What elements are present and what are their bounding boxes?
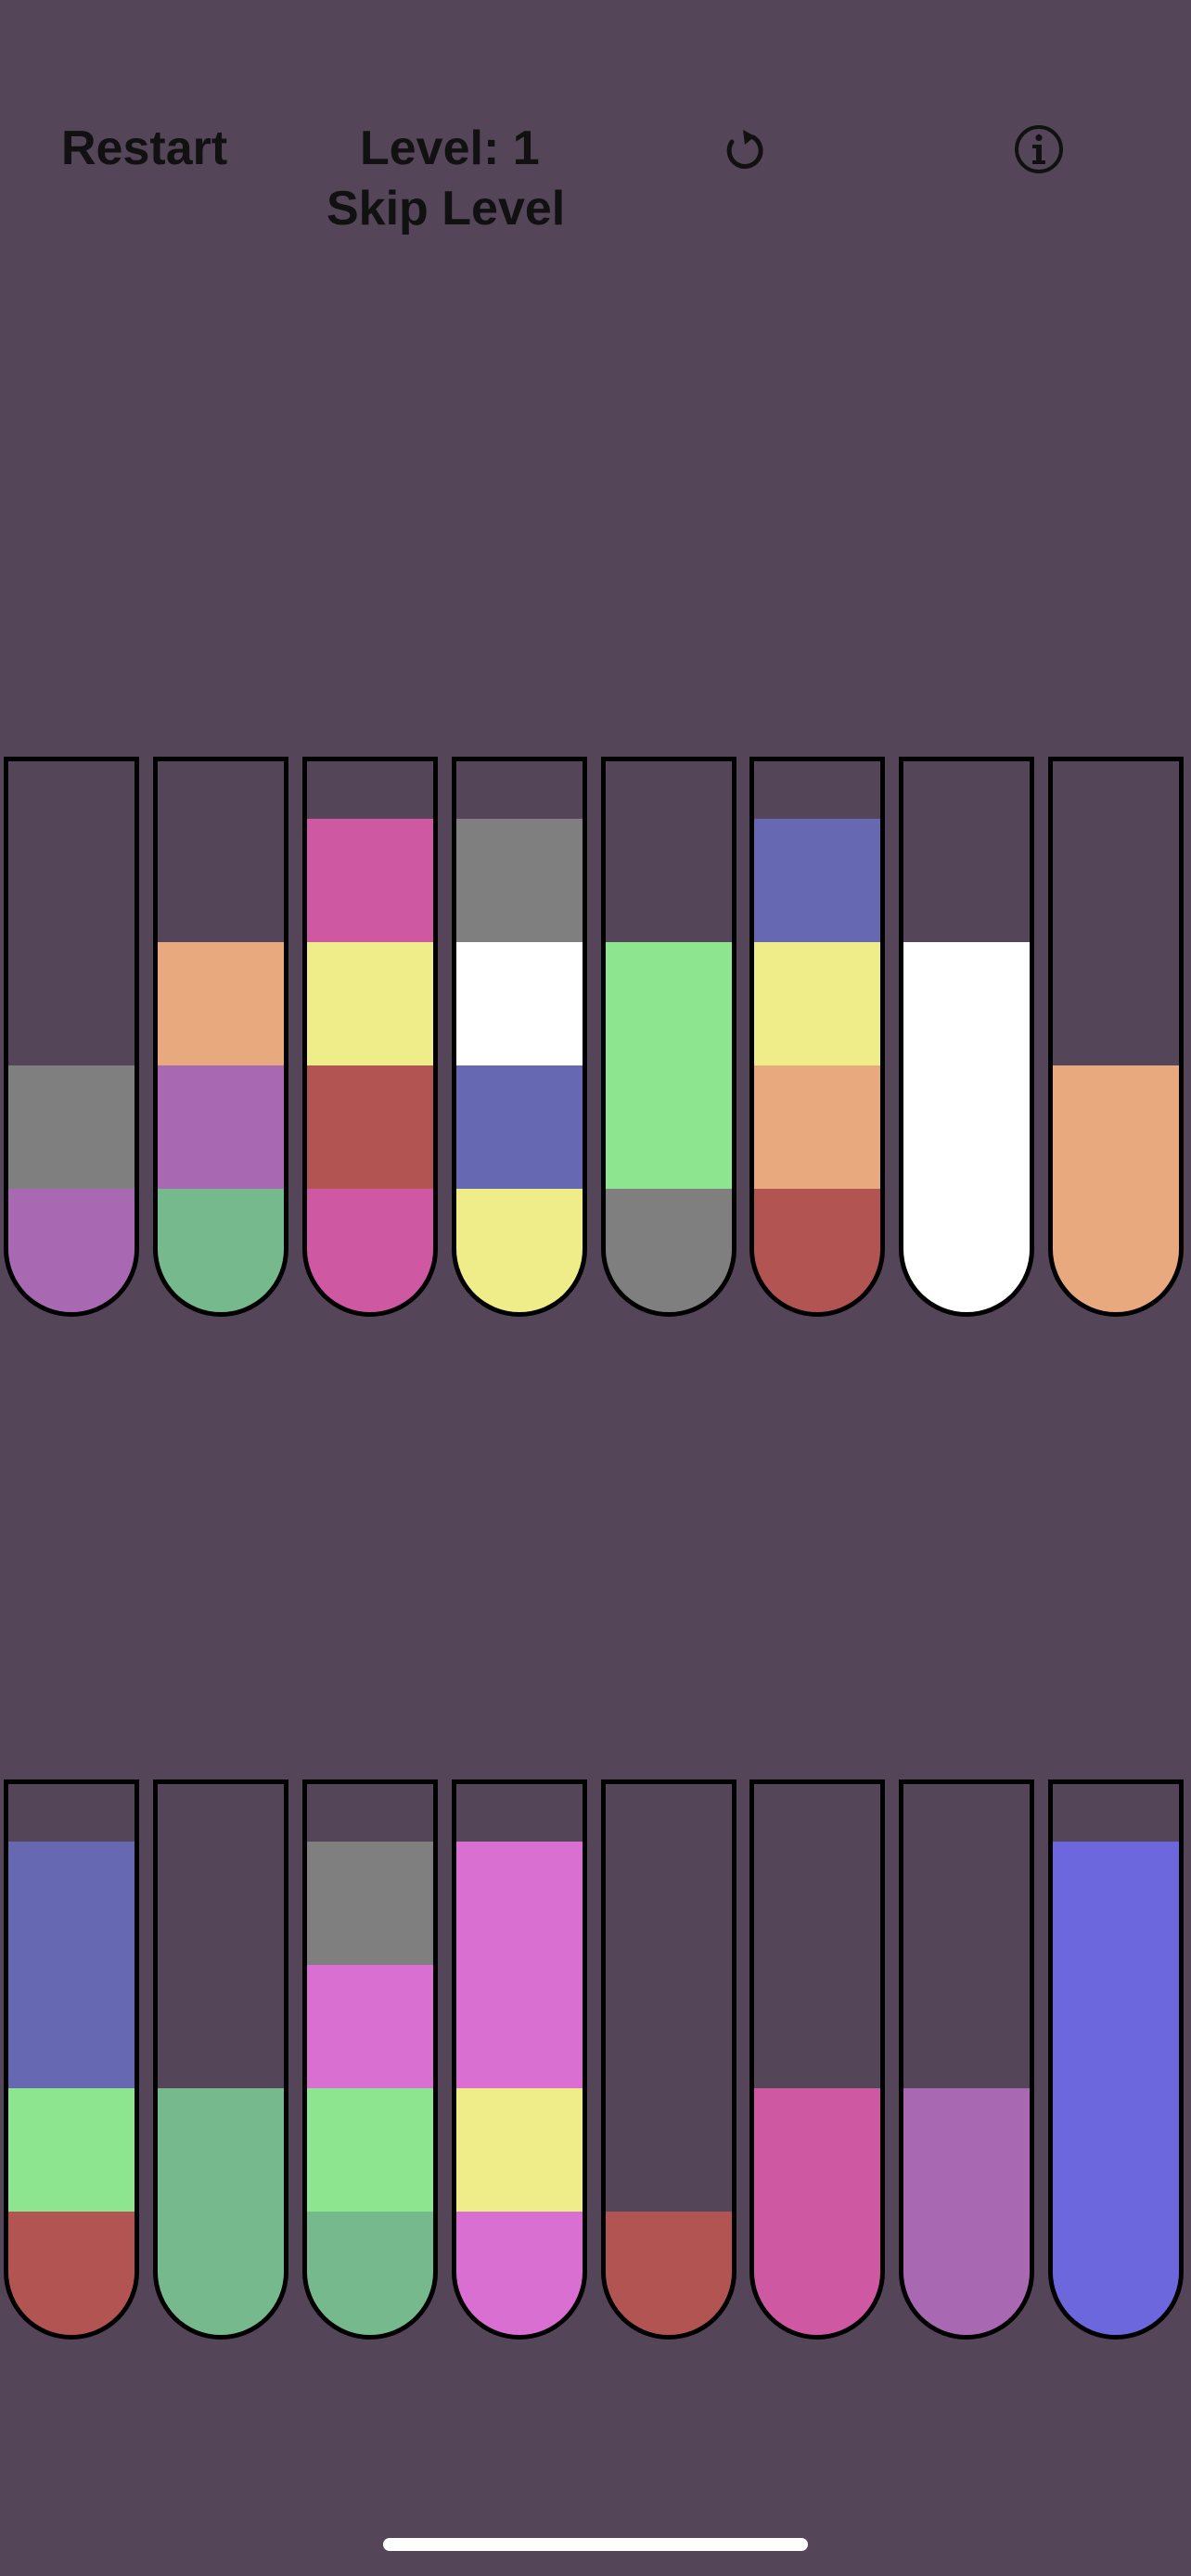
bottom-tube-8[interactable] bbox=[1048, 1779, 1184, 2340]
liquid-stack bbox=[8, 1065, 134, 1312]
top-tube-2[interactable] bbox=[153, 757, 288, 1317]
top-tube-8[interactable] bbox=[1048, 757, 1184, 1317]
liquid-layer-orchid bbox=[456, 1965, 583, 2088]
liquid-layer-orchid bbox=[307, 1965, 433, 2088]
liquid-stack bbox=[456, 1842, 583, 2335]
liquid-layer-gray bbox=[8, 1065, 134, 1189]
liquid-layer-slate-blue bbox=[8, 1965, 134, 2088]
liquid-layer-orchid bbox=[456, 1842, 583, 1965]
liquid-stack bbox=[307, 819, 433, 1312]
info-button[interactable] bbox=[1011, 121, 1067, 177]
liquid-layer-red bbox=[754, 1189, 880, 1312]
info-icon bbox=[1015, 125, 1063, 173]
liquid-layer-peach bbox=[754, 1065, 880, 1189]
liquid-layer-purple bbox=[903, 2212, 1030, 2335]
top-bar: Restart Level: 1 Skip Level bbox=[0, 0, 1191, 278]
liquid-layer-slate-blue bbox=[754, 819, 880, 942]
liquid-layer-yellow bbox=[307, 942, 433, 1065]
liquid-stack bbox=[1053, 1842, 1179, 2335]
home-indicator[interactable] bbox=[383, 2538, 808, 2551]
liquid-layer-white bbox=[903, 1065, 1030, 1189]
top-tube-3[interactable] bbox=[302, 757, 438, 1317]
liquid-layer-light-green bbox=[307, 2088, 433, 2212]
level-label: Level: 1 bbox=[360, 121, 540, 175]
liquid-layer-light-green bbox=[606, 942, 732, 1065]
bottom-tube-6[interactable] bbox=[749, 1779, 885, 2340]
liquid-layer-white bbox=[456, 942, 583, 1065]
reset-button[interactable] bbox=[716, 121, 772, 177]
liquid-stack bbox=[307, 1842, 433, 2335]
liquid-layer-indigo bbox=[1053, 1965, 1179, 2088]
liquid-layer-purple bbox=[158, 1065, 284, 1189]
liquid-layer-gray bbox=[456, 819, 583, 942]
liquid-layer-indigo bbox=[1053, 2212, 1179, 2335]
liquid-layer-gray bbox=[307, 1842, 433, 1965]
liquid-layer-indigo bbox=[1053, 1842, 1179, 1965]
liquid-layer-red bbox=[307, 1065, 433, 1189]
liquid-layer-pink bbox=[307, 1189, 433, 1312]
liquid-stack bbox=[158, 942, 284, 1312]
skip-level-button[interactable]: Skip Level bbox=[327, 179, 565, 238]
bottom-tube-7[interactable] bbox=[899, 1779, 1034, 2340]
liquid-stack bbox=[1053, 1065, 1179, 1312]
liquid-layer-white bbox=[903, 942, 1030, 1065]
liquid-layer-light-green bbox=[8, 2088, 134, 2212]
bottom-tube-2[interactable] bbox=[153, 1779, 288, 2340]
liquid-layer-red bbox=[606, 2212, 732, 2335]
liquid-layer-peach bbox=[1053, 1189, 1179, 1312]
top-tube-6[interactable] bbox=[749, 757, 885, 1317]
liquid-layer-green bbox=[158, 2212, 284, 2335]
liquid-stack bbox=[903, 942, 1030, 1312]
liquid-layer-red bbox=[8, 2212, 134, 2335]
liquid-layer-pink bbox=[307, 819, 433, 942]
liquid-stack bbox=[456, 819, 583, 1312]
liquid-layer-white bbox=[903, 1189, 1030, 1312]
bottom-tube-3[interactable] bbox=[302, 1779, 438, 2340]
bottom-tube-1[interactable] bbox=[4, 1779, 139, 2340]
liquid-layer-peach bbox=[158, 942, 284, 1065]
top-tube-4[interactable] bbox=[452, 757, 587, 1317]
liquid-layer-yellow bbox=[456, 2088, 583, 2212]
top-tube-1[interactable] bbox=[4, 757, 139, 1317]
bottom-tube-5[interactable] bbox=[601, 1779, 736, 2340]
liquid-layer-orchid bbox=[456, 2212, 583, 2335]
liquid-layer-yellow bbox=[456, 1189, 583, 1312]
reset-icon bbox=[726, 130, 763, 169]
liquid-stack bbox=[8, 1842, 134, 2335]
liquid-layer-peach bbox=[1053, 1065, 1179, 1189]
liquid-layer-pink bbox=[754, 2212, 880, 2335]
top-tube-7[interactable] bbox=[899, 757, 1034, 1317]
liquid-stack bbox=[606, 942, 732, 1312]
liquid-layer-pink bbox=[754, 2088, 880, 2212]
liquid-layer-yellow bbox=[754, 942, 880, 1065]
liquid-layer-light-green bbox=[606, 1065, 732, 1189]
liquid-layer-slate-blue bbox=[8, 1842, 134, 1965]
restart-button[interactable]: Restart bbox=[61, 119, 227, 178]
liquid-layer-purple bbox=[8, 1189, 134, 1312]
liquid-stack bbox=[903, 2088, 1030, 2335]
liquid-layer-purple bbox=[903, 2088, 1030, 2212]
liquid-stack bbox=[754, 2088, 880, 2335]
bottom-tube-4[interactable] bbox=[452, 1779, 587, 2340]
liquid-layer-green bbox=[158, 1189, 284, 1312]
top-tube-5[interactable] bbox=[601, 757, 736, 1317]
liquid-layer-green bbox=[307, 2212, 433, 2335]
liquid-layer-slate-blue bbox=[456, 1065, 583, 1189]
liquid-layer-gray bbox=[606, 1189, 732, 1312]
liquid-stack bbox=[158, 2088, 284, 2335]
liquid-layer-indigo bbox=[1053, 2088, 1179, 2212]
liquid-stack bbox=[606, 2212, 732, 2335]
liquid-stack bbox=[754, 819, 880, 1312]
liquid-layer-green bbox=[158, 2088, 284, 2212]
